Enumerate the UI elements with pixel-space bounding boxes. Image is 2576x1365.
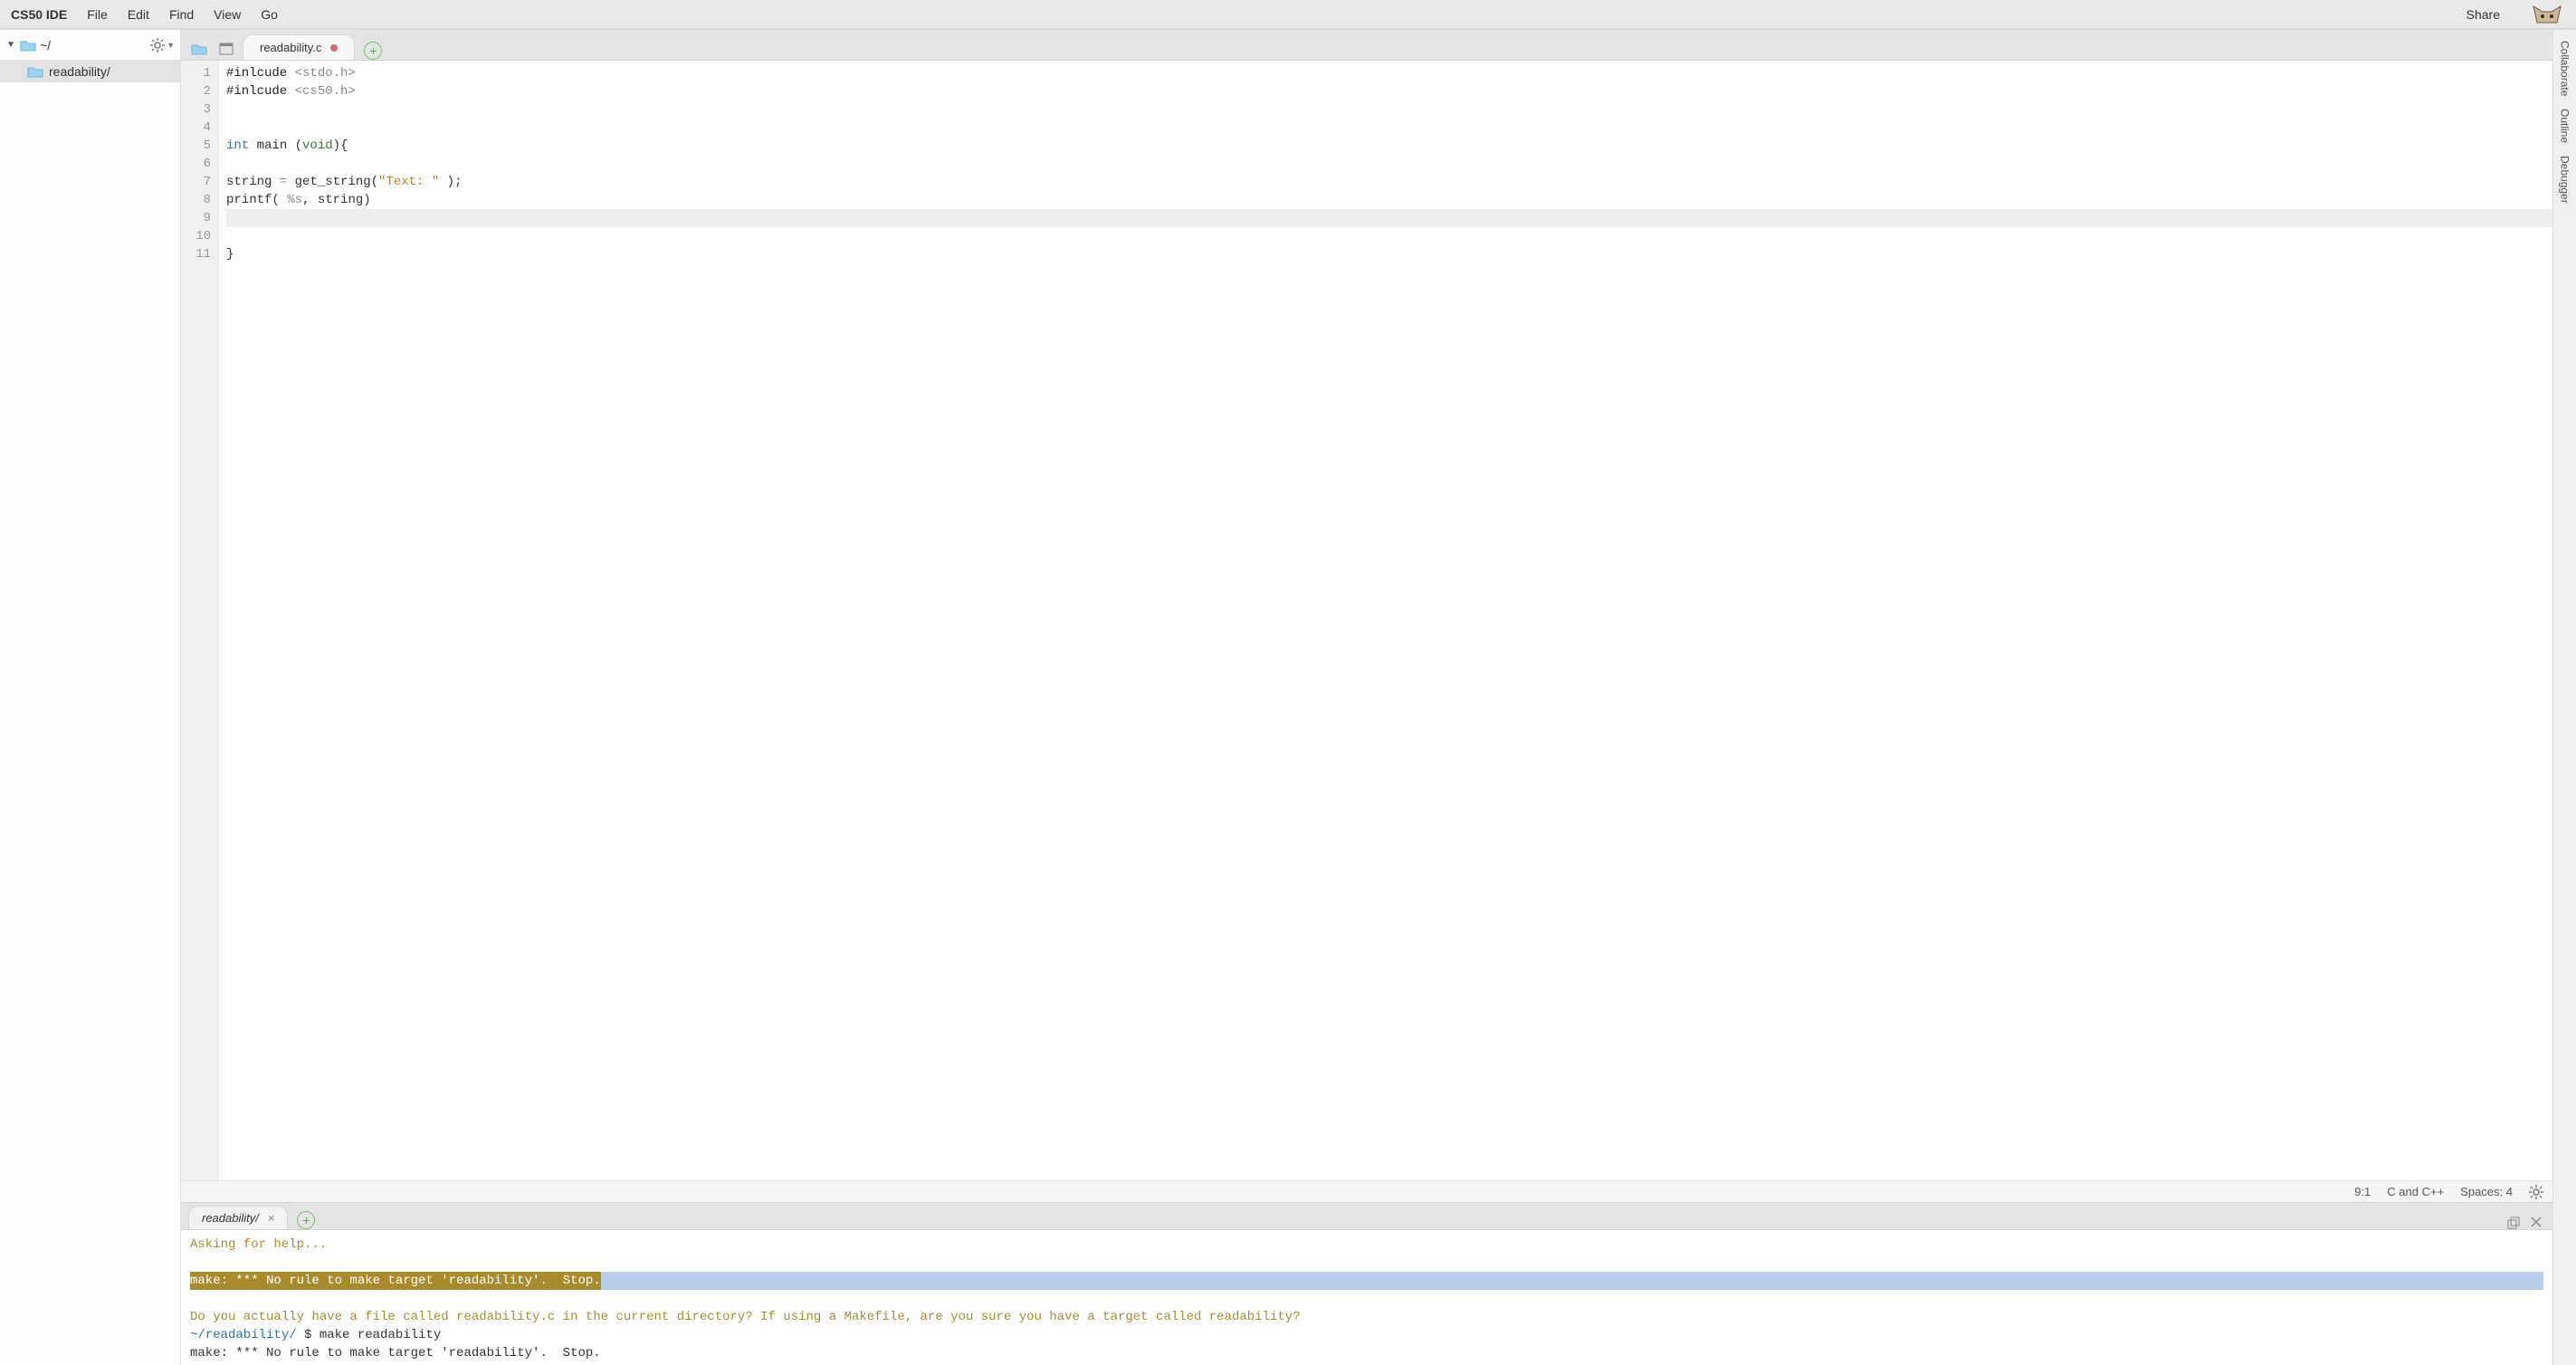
cursor-position[interactable]: 9:1 bbox=[2354, 1185, 2371, 1198]
menu-bar: CS50 IDE File Edit Find View Go Share bbox=[0, 0, 2576, 29]
editor-column: readability.c + 1234567891011 #inlcude <… bbox=[181, 30, 2552, 1365]
root-folder-label[interactable]: ~/ bbox=[40, 38, 51, 52]
tree-node-label: readability/ bbox=[49, 64, 110, 79]
menu-view[interactable]: View bbox=[214, 7, 241, 22]
sidebar-settings-gear-icon[interactable]: ▼ bbox=[150, 38, 175, 52]
indentation[interactable]: Spaces: 4 bbox=[2460, 1185, 2513, 1198]
code-editor[interactable]: 1234567891011 #inlcude <stdo.h>#inlcude … bbox=[181, 61, 2552, 1180]
terminal-close-icon[interactable] bbox=[2531, 1217, 2542, 1229]
terminal-tab-bar: readability/ × + bbox=[181, 1203, 2552, 1230]
open-folder-icon[interactable] bbox=[188, 38, 210, 60]
new-terminal-tab-button[interactable]: + bbox=[297, 1211, 315, 1229]
new-tab-button[interactable]: + bbox=[364, 42, 382, 60]
share-button[interactable]: Share bbox=[2466, 7, 2500, 22]
editor-tab-label: readability.c bbox=[260, 41, 321, 54]
terminal-tab-active[interactable]: readability/ × bbox=[188, 1206, 288, 1229]
app-brand[interactable]: CS50 IDE bbox=[11, 7, 67, 22]
sidebar-header: ▼ ~/ ▼ bbox=[0, 30, 180, 61]
folder-icon bbox=[20, 39, 36, 52]
main-area: ▼ ~/ ▼ readability/ bbox=[0, 29, 2576, 1365]
folder-icon bbox=[27, 65, 43, 78]
tree-node-readability[interactable]: readability/ bbox=[0, 61, 180, 82]
tree-disclosure-icon[interactable]: ▼ bbox=[5, 40, 16, 50]
language-mode[interactable]: C and C++ bbox=[2387, 1185, 2444, 1198]
terminal-output[interactable]: Asking for help... make: *** No rule to … bbox=[181, 1230, 2552, 1365]
window-mode-icon[interactable] bbox=[215, 38, 237, 60]
terminal-pane: readability/ × + Asking for help... make… bbox=[181, 1202, 2552, 1365]
terminal-popout-icon[interactable] bbox=[2507, 1217, 2520, 1229]
unsaved-indicator-icon bbox=[330, 44, 338, 52]
editor-tab-active[interactable]: readability.c bbox=[243, 34, 355, 60]
editor-settings-gear-icon[interactable] bbox=[2529, 1185, 2543, 1199]
menu-find[interactable]: Find bbox=[169, 7, 194, 22]
panel-collaborate[interactable]: Collaborate bbox=[2559, 39, 2571, 98]
menu-go[interactable]: Go bbox=[261, 7, 278, 22]
terminal-tab-close-icon[interactable]: × bbox=[268, 1211, 275, 1225]
file-tree-sidebar: ▼ ~/ ▼ readability/ bbox=[0, 30, 181, 1365]
menu-file[interactable]: File bbox=[87, 7, 108, 22]
line-number-gutter: 1234567891011 bbox=[181, 61, 219, 1180]
right-side-panels: Collaborate Outline Debugger bbox=[2552, 30, 2576, 1365]
panel-debugger[interactable]: Debugger bbox=[2559, 154, 2571, 205]
code-content[interactable]: #inlcude <stdo.h>#inlcude <cs50.h> int m… bbox=[219, 61, 2552, 1180]
panel-outline[interactable]: Outline bbox=[2559, 107, 2571, 145]
terminal-tab-label: readability/ bbox=[202, 1211, 259, 1225]
editor-tab-bar: readability.c + bbox=[181, 30, 2552, 61]
scratch-cat-icon[interactable] bbox=[2529, 2, 2565, 27]
menu-edit[interactable]: Edit bbox=[128, 7, 149, 22]
editor-status-bar: 9:1 C and C++ Spaces: 4 bbox=[181, 1180, 2552, 1202]
